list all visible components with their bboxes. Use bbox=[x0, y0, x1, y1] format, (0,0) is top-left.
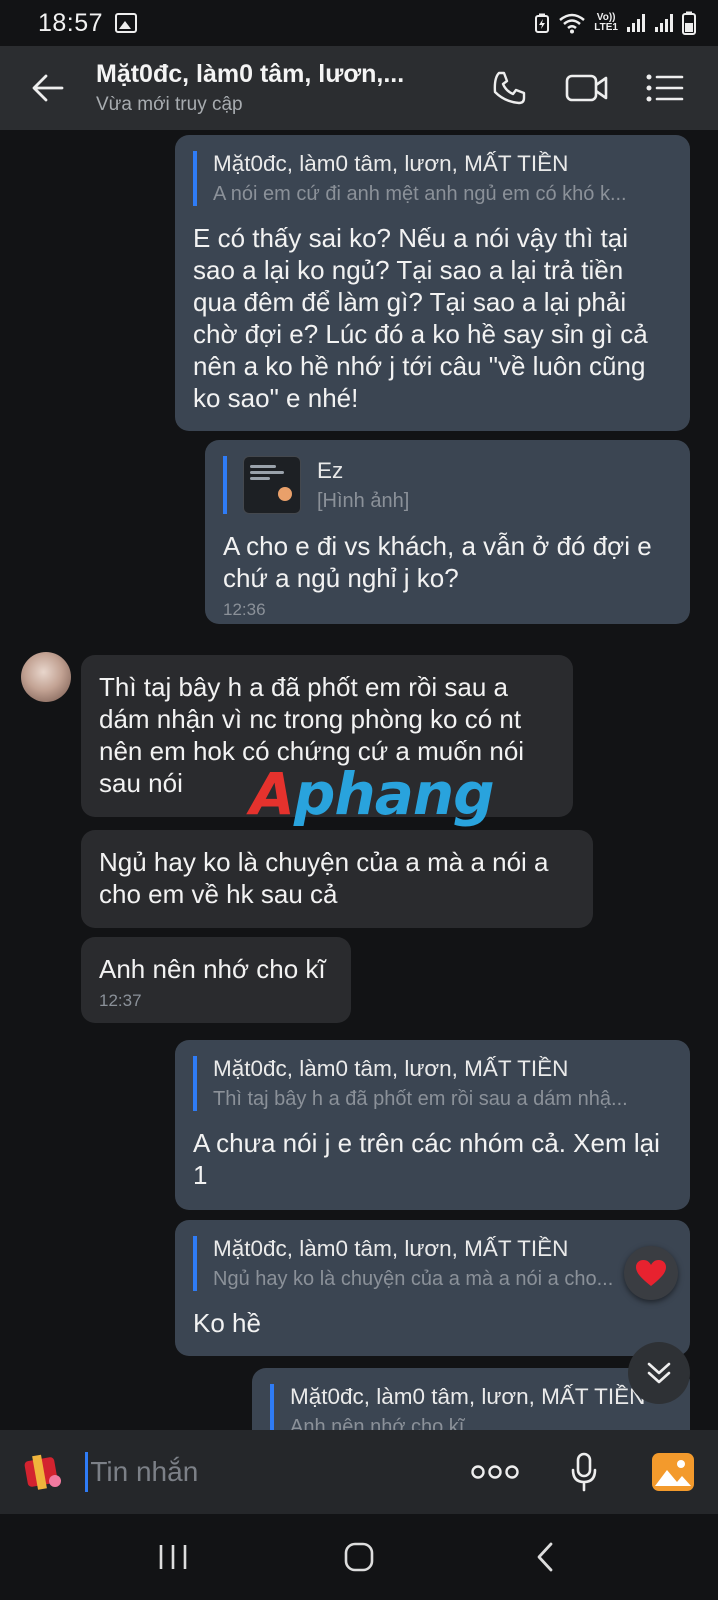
message-text: Anh nên nhớ cho kĩ bbox=[99, 954, 326, 984]
message-bubble-sent[interactable]: Mặt0đc, làm0 tâm, lươn, MẤT TIỀN Thì taj… bbox=[175, 1040, 690, 1210]
image-gallery-icon bbox=[652, 1453, 695, 1491]
message-time: 12:36 bbox=[223, 600, 266, 619]
system-navigation-bar bbox=[0, 1514, 718, 1600]
back-button[interactable] bbox=[0, 46, 96, 130]
gallery-notification-icon bbox=[115, 13, 138, 33]
video-camera-icon bbox=[565, 74, 608, 102]
reply-quote[interactable]: Mặt0đc, làm0 tâm, lươn, MẤT TIỀN A nói e… bbox=[193, 151, 672, 206]
quote-snippet: Thì taj bây h a đã phốt em rồi sau a dám… bbox=[213, 1088, 628, 1110]
wifi-icon bbox=[559, 13, 586, 34]
home-button[interactable] bbox=[319, 1522, 399, 1592]
sticker-button[interactable] bbox=[0, 1430, 85, 1514]
chevron-left-icon bbox=[537, 1542, 553, 1572]
more-dots-icon bbox=[471, 1465, 519, 1479]
text-cursor bbox=[85, 1452, 89, 1492]
battery-icon bbox=[682, 11, 696, 35]
message-text: Ngủ hay ko là chuyện của a mà a nói a ch… bbox=[99, 847, 549, 909]
quote-snippet: Anh nên nhớ cho kĩ bbox=[290, 1416, 465, 1430]
quoted-image-thumbnail bbox=[243, 456, 301, 514]
status-icons: Vo)) LTE1 bbox=[534, 11, 696, 35]
back-nav-button[interactable] bbox=[505, 1522, 585, 1592]
message-text: E có thấy sai ko? Nếu a nói vậy thì tại … bbox=[193, 223, 648, 413]
quote-snippet: A nói em cứ đi anh mệt anh ngủ em có khó… bbox=[213, 183, 627, 205]
reply-quote[interactable]: Mặt0đc, làm0 tâm, lươn, MẤT TIỀN Thì taj… bbox=[193, 1056, 672, 1111]
status-time: 18:57 bbox=[38, 8, 104, 37]
conversation-title: Mặt0đc, làm0 tâm, lươn,... bbox=[96, 60, 405, 88]
signal-icon-2 bbox=[655, 14, 673, 32]
message-bubble-sent[interactable]: Mặt0đc, làm0 tâm, lươn, MẤT TIỀN Anh nên… bbox=[252, 1368, 690, 1430]
message-input[interactable] bbox=[90, 1456, 451, 1488]
voice-call-button[interactable] bbox=[470, 53, 548, 123]
microphone-icon bbox=[571, 1452, 597, 1492]
message-bubble-sent[interactable]: Mặt0đc, làm0 tâm, lươn, MẤT TIỀN A nói e… bbox=[175, 135, 690, 431]
sticker-icon bbox=[24, 1454, 61, 1490]
message-list[interactable]: Mặt0đc, làm0 tâm, lươn, MẤT TIỀN A nói e… bbox=[0, 130, 718, 1430]
conversation-info[interactable]: Mặt0đc, làm0 tâm, lươn,... Vừa mới truy … bbox=[96, 60, 470, 116]
heart-icon bbox=[636, 1260, 666, 1286]
message-bubble-sent[interactable]: Mặt0đc, làm0 tâm, lươn, MẤT TIỀN Ngủ hay… bbox=[175, 1220, 690, 1356]
battery-saver-icon bbox=[535, 13, 550, 33]
reply-quote[interactable]: Ez [Hình ảnh] bbox=[223, 456, 672, 514]
message-text: Ko hề bbox=[193, 1308, 261, 1338]
conversation-menu-button[interactable] bbox=[626, 53, 704, 123]
quote-sender-name: Mặt0đc, làm0 tâm, lươn, MẤT TIỀN bbox=[213, 151, 569, 176]
volte-indicator: Vo)) LTE1 bbox=[594, 13, 618, 33]
reaction-button[interactable] bbox=[624, 1246, 678, 1300]
phone-icon bbox=[493, 71, 526, 105]
contact-avatar[interactable] bbox=[21, 652, 71, 702]
message-composer bbox=[0, 1430, 718, 1514]
double-chevron-down-icon bbox=[647, 1362, 671, 1384]
home-icon bbox=[344, 1542, 374, 1572]
status-bar: 18:57 Vo)) LTE1 bbox=[0, 0, 718, 46]
message-text: A chưa nói j e trên các nhóm cả. Xem lại… bbox=[193, 1128, 660, 1190]
signal-icon-1 bbox=[627, 14, 645, 32]
quote-sender-name: Mặt0đc, làm0 tâm, lươn, MẤT TIỀN bbox=[290, 1384, 646, 1409]
recent-apps-button[interactable] bbox=[133, 1522, 213, 1592]
message-bubble-received[interactable]: Anh nên nhớ cho kĩ 12:37 bbox=[81, 937, 351, 1023]
recent-apps-icon bbox=[159, 1545, 187, 1569]
scroll-to-bottom-button[interactable] bbox=[628, 1342, 690, 1404]
quote-sender-name: Mặt0đc, làm0 tâm, lươn, MẤT TIỀN bbox=[213, 1056, 569, 1081]
message-input-wrapper[interactable] bbox=[85, 1442, 451, 1502]
quote-sender-name: Mặt0đc, làm0 tâm, lươn, MẤT TIỀN bbox=[213, 1236, 569, 1261]
chat-header: Mặt0đc, làm0 tâm, lươn,... Vừa mới truy … bbox=[0, 46, 718, 130]
send-photo-button[interactable] bbox=[629, 1430, 718, 1514]
quote-sender-name: Ez bbox=[317, 457, 344, 483]
last-seen-status: Vừa mới truy cập bbox=[96, 94, 243, 115]
volte-bottom-label: LTE1 bbox=[594, 22, 618, 33]
message-text: A cho e đi vs khách, a vẫn ở đó đợi e ch… bbox=[223, 531, 652, 593]
watermark-part-a: A bbox=[250, 760, 295, 828]
reply-quote[interactable]: Mặt0đc, làm0 tâm, lươn, MẤT TIỀN Ngủ hay… bbox=[193, 1236, 672, 1291]
more-options-button[interactable] bbox=[450, 1430, 539, 1514]
reply-quote[interactable]: Mặt0đc, làm0 tâm, lươn, MẤT TIỀN Anh nên… bbox=[270, 1384, 672, 1430]
watermark-part-b: phang bbox=[293, 760, 495, 828]
voice-message-button[interactable] bbox=[540, 1430, 629, 1514]
message-bubble-sent[interactable]: Ez [Hình ảnh] A cho e đi vs khách, a vẫn… bbox=[205, 440, 690, 624]
quote-snippet: [Hình ảnh] bbox=[317, 489, 410, 512]
watermark-logo: Aphang bbox=[250, 760, 495, 828]
quote-snippet: Ngủ hay ko là chuyện của a mà a nói a ch… bbox=[213, 1268, 614, 1290]
message-bubble-received[interactable]: Ngủ hay ko là chuyện của a mà a nói a ch… bbox=[81, 830, 593, 928]
menu-list-icon bbox=[646, 74, 684, 102]
video-call-button[interactable] bbox=[548, 53, 626, 123]
back-arrow-icon bbox=[32, 74, 64, 102]
message-time: 12:37 bbox=[99, 991, 142, 1010]
